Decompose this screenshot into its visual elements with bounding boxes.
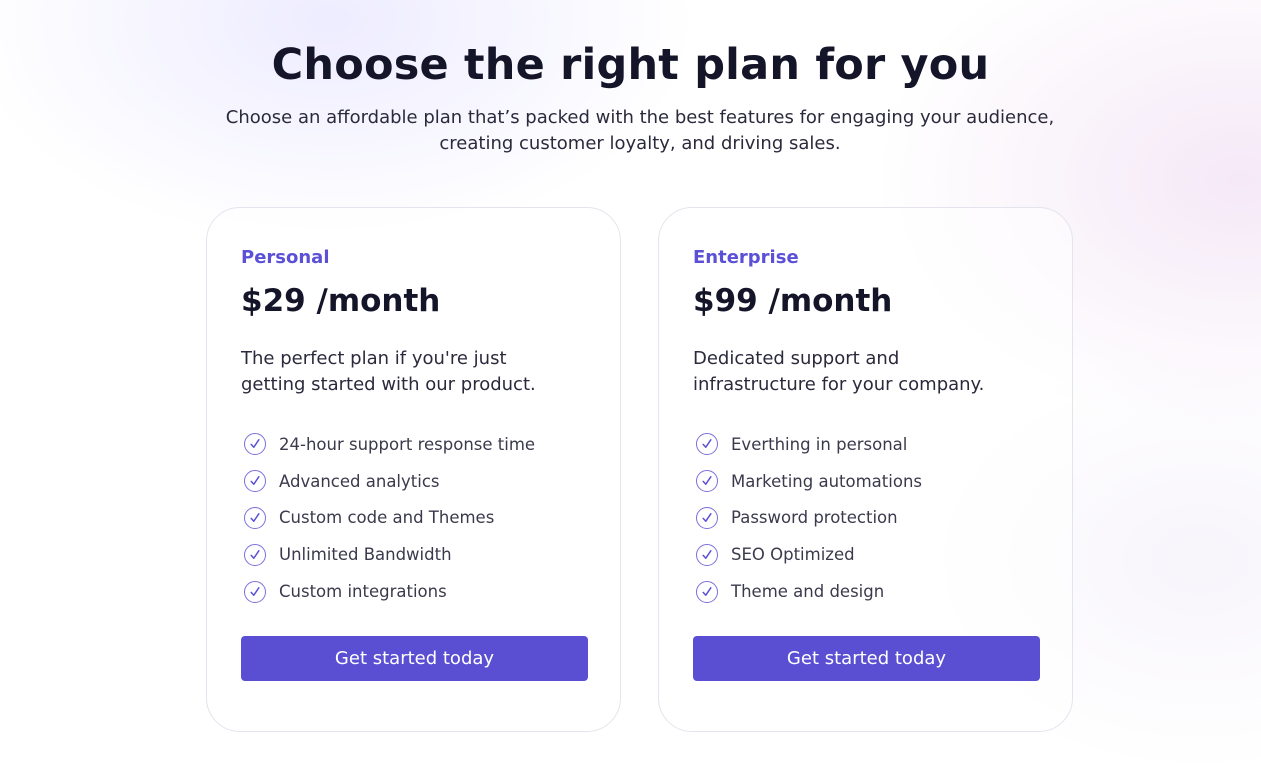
page-subtitle: Choose an affordable plan that’s packed … xyxy=(225,107,1055,154)
check-circle-icon xyxy=(244,506,266,529)
plan-price: $99 /month xyxy=(693,283,893,319)
feature-item: Everthing in personal xyxy=(693,426,1038,463)
feature-item: SEO Optimized xyxy=(693,536,1038,573)
feature-item: Unlimited Bandwidth xyxy=(241,536,586,573)
check-circle-icon xyxy=(244,470,266,493)
plan-name: Personal xyxy=(241,247,330,268)
check-circle-icon xyxy=(244,433,266,456)
feature-item: 24-hour support response time xyxy=(241,426,586,463)
check-circle-icon xyxy=(696,470,718,493)
feature-item: Custom code and Themes xyxy=(241,500,586,537)
check-circle-icon xyxy=(696,580,718,603)
check-circle-icon xyxy=(696,433,718,456)
feature-list: Everthing in personal Marketing automati… xyxy=(693,426,1038,610)
feature-item: Marketing automations xyxy=(693,463,1038,500)
feature-label: Theme and design xyxy=(731,582,885,602)
feature-item: Theme and design xyxy=(693,573,1038,610)
feature-label: Marketing automations xyxy=(731,471,922,491)
feature-list: 24-hour support response time Advanced a… xyxy=(241,426,586,610)
plan-name: Enterprise xyxy=(693,247,799,268)
feature-item: Advanced analytics xyxy=(241,463,586,500)
feature-label: Advanced analytics xyxy=(279,471,440,491)
feature-label: Everthing in personal xyxy=(731,434,908,454)
get-started-button-enterprise[interactable]: Get started today xyxy=(693,636,1040,681)
feature-label: SEO Optimized xyxy=(731,545,855,565)
check-circle-icon xyxy=(696,506,718,529)
page-title: Choose the right plan for you xyxy=(271,40,990,90)
feature-item: Custom integrations xyxy=(241,573,586,610)
plan-description: The perfect plan if you're just getting … xyxy=(241,348,536,395)
feature-item: Password protection xyxy=(693,500,1038,537)
feature-label: Password protection xyxy=(731,508,898,528)
feature-label: Custom integrations xyxy=(279,582,447,602)
get-started-button-personal[interactable]: Get started today xyxy=(241,636,588,681)
feature-label: 24-hour support response time xyxy=(279,434,536,454)
check-circle-icon xyxy=(244,580,266,603)
feature-label: Unlimited Bandwidth xyxy=(279,545,452,565)
plan-card-enterprise: Enterprise $99 /month Dedicated support … xyxy=(658,207,1073,732)
plan-card-personal: Personal $29 /month The perfect plan if … xyxy=(206,207,621,732)
check-circle-icon xyxy=(244,543,266,566)
check-circle-icon xyxy=(696,543,718,566)
feature-label: Custom code and Themes xyxy=(279,508,495,528)
plan-price: $29 /month xyxy=(241,283,441,319)
pricing-section: Choose the right plan for you Choose an … xyxy=(0,0,1261,768)
plan-description: Dedicated support and infrastructure for… xyxy=(693,348,985,395)
